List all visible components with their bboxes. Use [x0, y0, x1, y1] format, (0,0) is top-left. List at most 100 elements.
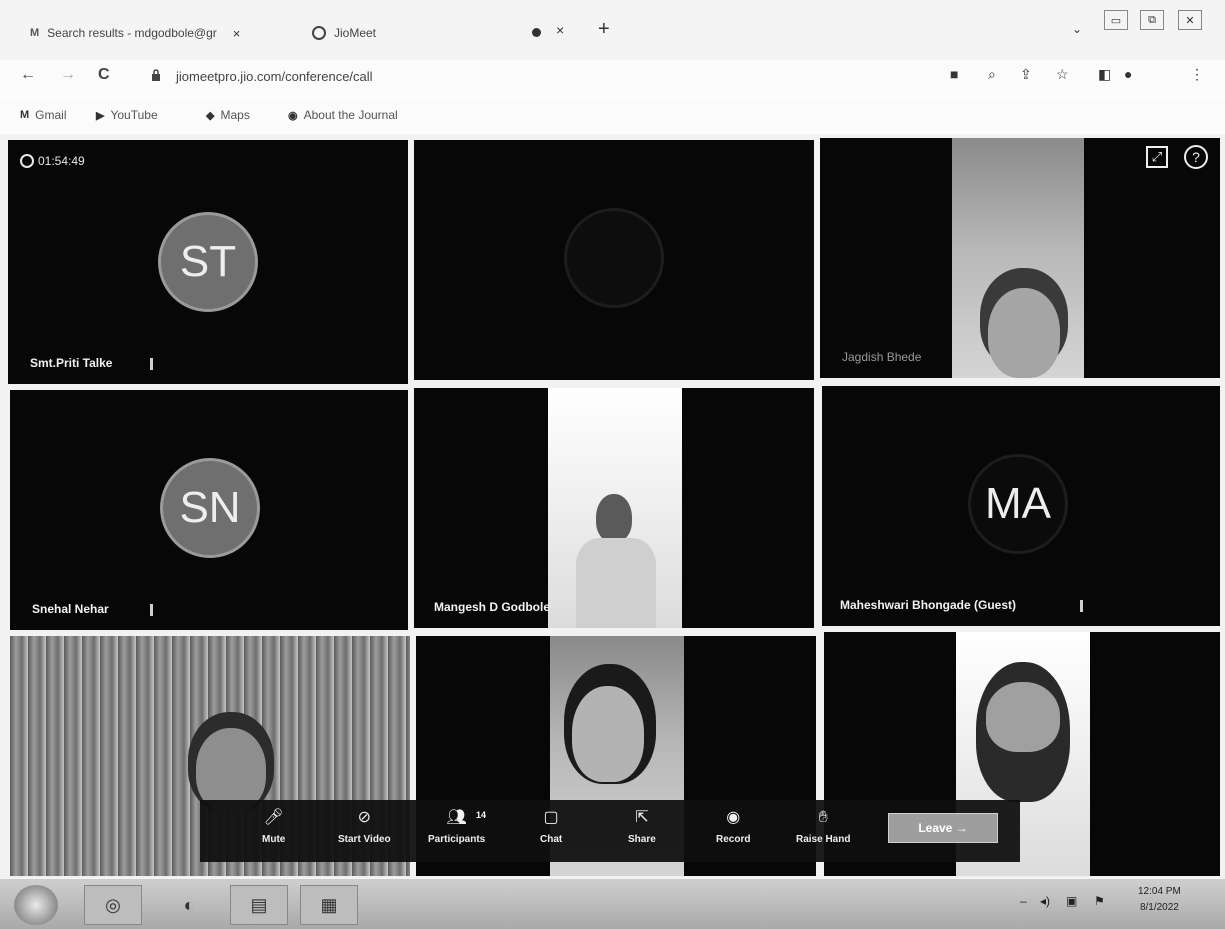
mute-button[interactable]: 🎤︎ Mute: [262, 808, 285, 845]
participant-tile[interactable]: [414, 140, 814, 380]
star-icon[interactable]: ☆: [1056, 66, 1069, 83]
leave-button[interactable]: Leave →: [888, 813, 998, 843]
start-video-button[interactable]: ⊘ Start Video: [338, 808, 391, 845]
record-button[interactable]: ◉ Record: [716, 808, 750, 845]
participant-video: [952, 138, 1084, 378]
url-field[interactable]: jiomeetpro.jio.com/conference/call: [176, 69, 373, 84]
tab-jiomeet[interactable]: JioMeet: [312, 20, 376, 46]
tab-close-button[interactable]: ×: [233, 26, 241, 41]
participant-name: Jagdish Bhede: [842, 350, 922, 364]
chat-button[interactable]: ▢ Chat: [540, 808, 562, 845]
maps-icon: ◆: [206, 109, 215, 122]
lock-icon: [152, 69, 160, 81]
person-face: [988, 288, 1060, 378]
participant-name: Mangesh D Godbole: [434, 600, 551, 614]
person-face: [986, 682, 1060, 752]
share-label: Share: [628, 834, 656, 845]
person-head: [596, 494, 632, 542]
restore-button[interactable]: ⧉: [1140, 10, 1164, 30]
recording-indicator-icon: [532, 28, 541, 37]
timer-text: 01:54:49: [38, 154, 85, 168]
bookmark-gmail[interactable]: M Gmail: [20, 108, 67, 122]
menu-icon[interactable]: ⋮: [1190, 66, 1204, 83]
camera-icon[interactable]: ■: [950, 66, 958, 82]
participant-tile[interactable]: Jagdish Bhede: [820, 138, 1220, 378]
sidepanel-icon[interactable]: ◧: [1098, 66, 1111, 83]
minimize-button[interactable]: ▭: [1104, 10, 1128, 30]
record-icon: ◉: [726, 809, 741, 826]
tab-label: Search results - mdgodbole@gr: [47, 26, 217, 40]
participant-name: Snehal Nehar: [32, 602, 109, 616]
share-icon[interactable]: ⇪: [1020, 66, 1032, 83]
gmail-icon: M: [30, 27, 40, 39]
clock-icon: [20, 154, 34, 168]
volume-icon[interactable]: ◂): [1040, 894, 1050, 908]
tab-label: JioMeet: [334, 26, 377, 40]
tray-arrow-icon[interactable]: –: [1020, 894, 1027, 908]
new-tab-button[interactable]: +: [598, 18, 610, 41]
avatar: [564, 208, 664, 308]
start-video-label: Start Video: [338, 834, 391, 845]
raise-hand-button[interactable]: ✋︎ Raise Hand: [796, 808, 850, 845]
reload-button[interactable]: C: [98, 66, 110, 84]
chrome-taskbar-icon[interactable]: ◎: [84, 885, 142, 925]
participant-tile[interactable]: SN Snehal Nehar: [10, 390, 408, 630]
participants-icon: 👥︎: [446, 809, 467, 826]
youtube-icon: ▶: [96, 109, 105, 122]
fullscreen-button[interactable]: ⤢: [1146, 146, 1168, 168]
video-off-icon: ⊘: [357, 809, 371, 826]
bookmark-about-journal[interactable]: ◉ About the Journal: [288, 108, 398, 122]
raise-hand-label: Raise Hand: [796, 834, 851, 845]
tab-gmail[interactable]: M Search results - mdgodbole@gr ×: [30, 20, 240, 46]
close-window-button[interactable]: ✕: [1178, 10, 1202, 30]
avatar: MA: [968, 454, 1068, 554]
bookmark-label: YouTube: [110, 108, 158, 122]
participant-tile[interactable]: ST Smt.Priti Talke: [8, 140, 408, 384]
record-label: Record: [716, 834, 751, 845]
microphone-icon: 🎤︎: [263, 809, 284, 826]
tab-search-button[interactable]: ⌄: [1072, 22, 1082, 36]
hand-icon: ✋︎: [818, 809, 828, 826]
back-button[interactable]: ←: [20, 66, 36, 84]
share-screen-icon: ⇱: [635, 809, 649, 826]
clock-date: 8/1/2022: [1139, 902, 1179, 913]
person-face: [572, 686, 644, 782]
bookmark-maps[interactable]: ◆ Maps: [206, 108, 250, 122]
chat-icon: ▢: [543, 809, 559, 826]
participant-name: Maheshwari Bhongade (Guest): [840, 598, 1017, 612]
word-taskbar-icon[interactable]: ▦: [300, 885, 358, 925]
flag-icon[interactable]: ⚑: [1094, 894, 1105, 908]
explorer-taskbar-icon[interactable]: ▤: [230, 885, 288, 925]
participants-label: Participants: [428, 834, 486, 845]
clock-time: 12:04 PM: [1138, 886, 1181, 897]
start-button[interactable]: [14, 885, 58, 925]
participant-tile[interactable]: Mangesh D Godbole: [414, 388, 814, 628]
help-button[interactable]: ?: [1184, 145, 1208, 169]
bookmark-youtube[interactable]: ▶ YouTube: [96, 108, 158, 122]
jiomeet-icon: [312, 26, 326, 40]
bookmark-label: Gmail: [35, 108, 67, 122]
avatar: SN: [160, 458, 260, 558]
chat-label: Chat: [540, 834, 563, 845]
mic-muted-icon: [1080, 600, 1083, 612]
avatar: ST: [158, 212, 258, 312]
firefox-taskbar-icon[interactable]: ◐: [160, 885, 218, 925]
gmail-icon: M: [20, 109, 30, 121]
globe-icon: ◉: [288, 109, 298, 122]
mute-label: Mute: [262, 834, 286, 845]
person-body: [576, 538, 656, 628]
bookmark-label: Maps: [220, 108, 250, 122]
zoom-icon[interactable]: ⌕: [988, 66, 996, 83]
forward-button[interactable]: →: [60, 66, 76, 84]
share-button[interactable]: ⇱ Share: [628, 808, 656, 845]
tab-close-button[interactable]: ×: [556, 22, 564, 38]
profile-icon[interactable]: ●: [1124, 66, 1132, 82]
network-icon[interactable]: ▣: [1066, 894, 1077, 908]
participant-name: Smt.Priti Talke: [30, 356, 113, 370]
system-clock[interactable]: 12:04 PM 8/1/2022: [1138, 884, 1181, 916]
mic-muted-icon: [150, 604, 153, 616]
mic-muted-icon: [150, 358, 153, 370]
participant-tile[interactable]: MA Maheshwari Bhongade (Guest): [822, 386, 1220, 626]
participant-video: [548, 388, 682, 628]
participant-count-badge: 14: [476, 810, 487, 820]
